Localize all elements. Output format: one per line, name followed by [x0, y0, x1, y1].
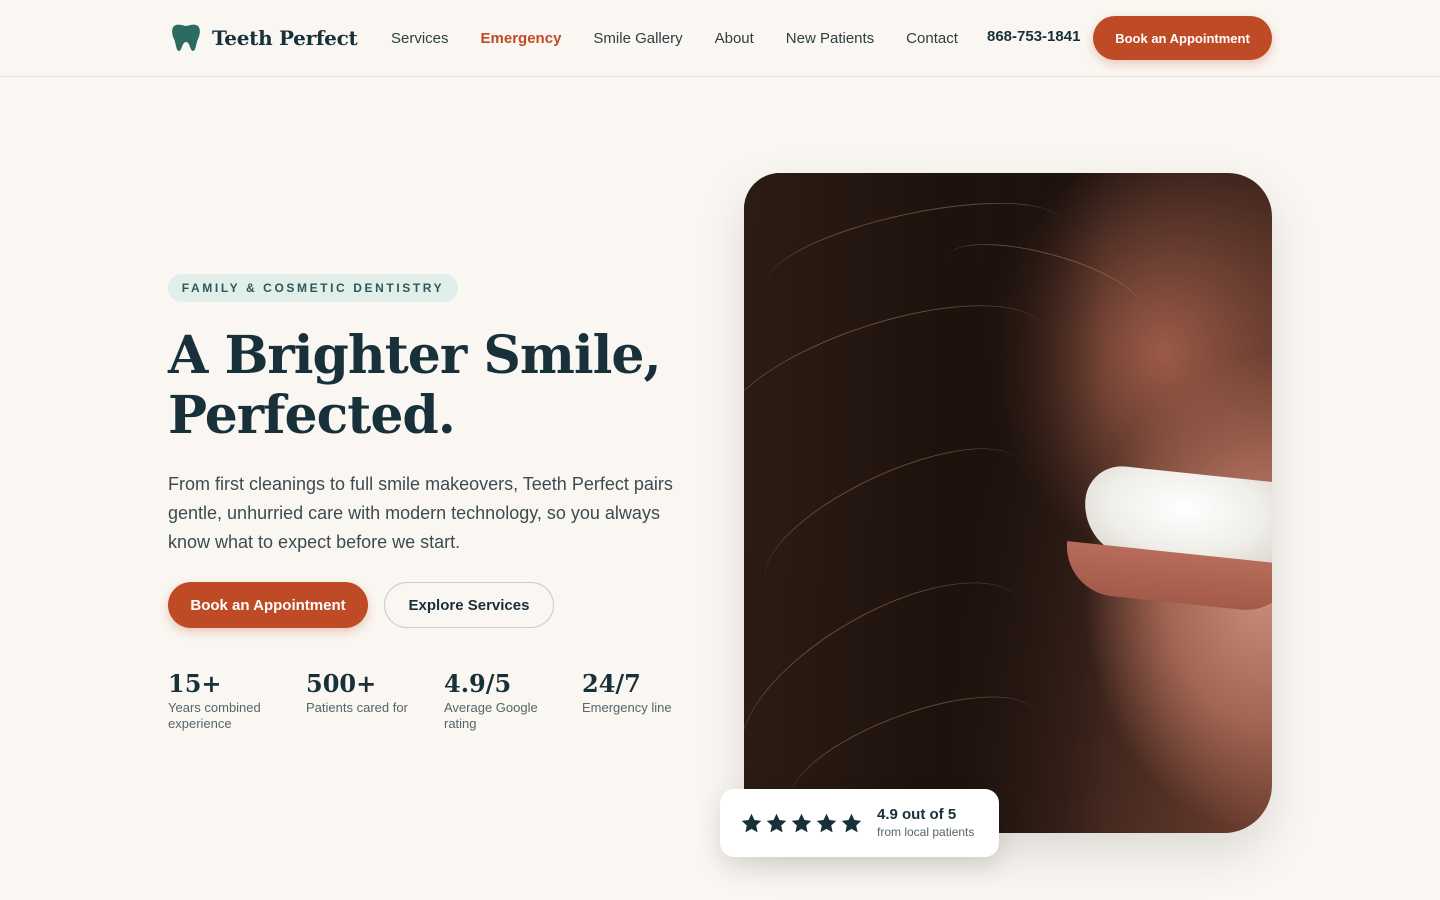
rating-source: from local patients [877, 825, 975, 839]
stat-experience: 15+ Years combined experience [168, 668, 306, 732]
star-icon [816, 813, 837, 832]
hero-headline-line-1: A Brighter Smile, [168, 325, 662, 386]
nav-smile-gallery[interactable]: Smile Gallery [593, 30, 682, 47]
brand-name: Teeth Perfect [212, 26, 358, 50]
nav-services[interactable]: Services [391, 30, 449, 47]
star-icon [841, 813, 862, 832]
hero-headline-line-2: Perfected. [168, 385, 456, 446]
explore-services-button[interactable]: Explore Services [384, 582, 554, 628]
nav-about[interactable]: About [715, 30, 754, 47]
main-nav: Services Emergency Smile Gallery About N… [391, 0, 958, 77]
hero-headline: A Brighter Smile, Perfected. [168, 326, 688, 446]
site-header: Teeth Perfect Services Emergency Smile G… [0, 0, 1440, 77]
nav-new-patients[interactable]: New Patients [786, 30, 874, 47]
stat-value: 15+ [168, 669, 222, 698]
hero-badge: FAMILY & COSMETIC DENTISTRY [168, 274, 458, 302]
stat-label: Emergency line [582, 700, 672, 715]
stat-label: Average Google rating [444, 700, 538, 731]
nav-contact[interactable]: Contact [906, 30, 958, 47]
rating-score: 4.9 out of 5 [877, 806, 957, 823]
hero-image-smiling-woman [744, 173, 1272, 833]
star-icon [766, 813, 787, 832]
phone-link[interactable]: 868-753-1841 [987, 28, 1080, 45]
stat-label: Patients cared for [306, 700, 408, 715]
brand-logo[interactable]: Teeth Perfect [170, 22, 358, 54]
star-icon [741, 813, 762, 832]
rating-card: 4.9 out of 5 from local patients [720, 789, 999, 857]
stat-emergency: 24/7 Emergency line [582, 668, 720, 732]
hero-lead-text: From first cleanings to full smile makeo… [168, 474, 673, 552]
rating-text: 4.9 out of 5 from local patients [877, 806, 974, 840]
stat-value: 500+ [306, 669, 377, 698]
star-icon [791, 813, 812, 832]
nav-emergency[interactable]: Emergency [481, 30, 562, 47]
header-book-appointment-button[interactable]: Book an Appointment [1093, 16, 1272, 60]
stat-rating: 4.9/5 Average Google rating [444, 668, 582, 732]
hero-book-appointment-button[interactable]: Book an Appointment [168, 582, 368, 628]
tooth-icon [172, 24, 200, 51]
rating-stars [740, 812, 863, 835]
stat-value: 24/7 [582, 669, 641, 698]
stat-label: Years combined experience [168, 700, 261, 731]
stat-patients: 500+ Patients cared for [306, 668, 444, 732]
stats-row: 15+ Years combined experience 500+ Patie… [168, 668, 720, 732]
stat-value: 4.9/5 [444, 669, 512, 698]
